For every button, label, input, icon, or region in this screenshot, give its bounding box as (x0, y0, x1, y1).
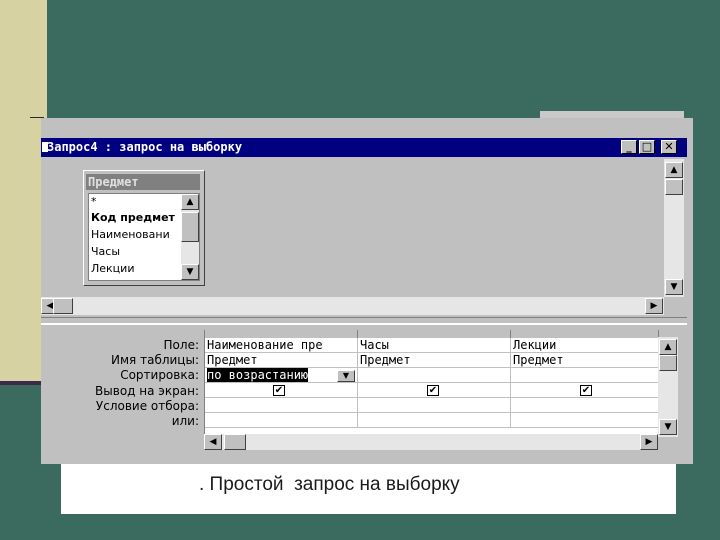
grid-cell-or-1[interactable] (205, 413, 358, 428)
window-titlebar[interactable]: Запрос4 : запрос на выборку _ □ ✕ (41, 138, 687, 157)
grid-scroll-down-icon[interactable]: ▼ (659, 419, 677, 435)
field-list-scroll-thumb[interactable] (181, 212, 199, 242)
grid-cell-field-1[interactable]: Наименование пре (205, 338, 358, 353)
grid-cell-criteria-1[interactable] (205, 398, 358, 413)
field-list-body: * Код предмет Наименовани Часы Лекции ▲ … (88, 193, 200, 281)
grid-hscroll-thumb[interactable] (224, 434, 246, 450)
table-pane-vscroll[interactable]: ▲ ▼ (664, 159, 684, 297)
minimize-button[interactable]: _ (621, 140, 637, 154)
grid-cell-table-2[interactable]: Предмет (358, 353, 511, 368)
caption-box: . Простой запрос на выборку (61, 464, 676, 514)
column-selector-1[interactable] (205, 330, 358, 338)
pane-splitter[interactable] (41, 317, 687, 325)
grid-scroll-left-icon[interactable]: ◀ (204, 434, 222, 450)
grid-cell-field-2[interactable]: Часы (358, 338, 511, 353)
grid-cell-criteria-2[interactable] (358, 398, 511, 413)
grid-scroll-up-icon[interactable]: ▲ (659, 339, 677, 355)
field-item-kod[interactable]: Код предмет (91, 210, 175, 226)
grid-hscroll[interactable]: ◀ ▶ (204, 434, 658, 450)
column-selector-2[interactable] (358, 330, 511, 338)
table-pane-vscroll-thumb[interactable] (665, 179, 683, 195)
window-title: Запрос4 : запрос на выборку (47, 140, 243, 154)
grid-cell-sort-1[interactable]: по возрастанию (205, 368, 358, 383)
sort-dropdown-icon[interactable]: ▼ (337, 370, 355, 382)
grid-cell-field-3[interactable]: Лекции (511, 338, 659, 353)
field-list-predmet[interactable]: Предмет * Код предмет Наименовани Часы Л… (83, 170, 205, 286)
grid-cell-criteria-3[interactable] (511, 398, 659, 413)
grid-cell-table-3[interactable]: Предмет (511, 353, 659, 368)
grid-row-labels: Поле: Имя таблицы: Сортировка: Вывод на … (41, 329, 203, 437)
field-list-scroll-down-icon[interactable]: ▼ (181, 264, 199, 280)
show-checkbox-1[interactable]: ✔ (273, 385, 285, 396)
table-pane-scroll-down-icon[interactable]: ▼ (665, 279, 683, 295)
close-button[interactable]: ✕ (661, 140, 677, 154)
row-label-field: Поле: (163, 338, 199, 352)
field-item-hours[interactable]: Часы (91, 244, 120, 260)
field-item-all[interactable]: * (91, 194, 97, 210)
column-selector-3[interactable] (511, 330, 659, 338)
maximize-button[interactable]: □ (639, 140, 655, 154)
row-label-table: Имя таблицы: (111, 353, 199, 367)
grid-cell-or-3[interactable] (511, 413, 659, 428)
query-design-window: Запрос4 : запрос на выборку _ □ ✕ Предме… (41, 118, 693, 464)
grid-cell-or-2[interactable] (358, 413, 511, 428)
row-label-criteria: Условие отбора: (95, 399, 199, 413)
field-list-scroll-up-icon[interactable]: ▲ (181, 194, 199, 210)
field-item-name[interactable]: Наименовани (91, 227, 170, 243)
slide-side-strip (0, 0, 47, 383)
table-pane-hscroll-thumb[interactable] (53, 298, 73, 314)
field-item-lectures[interactable]: Лекции (91, 261, 134, 277)
grid-cell-sort-3[interactable] (511, 368, 659, 383)
row-label-sort: Сортировка: (120, 368, 199, 382)
table-pane-hscroll[interactable]: ◀ ▶ (41, 297, 664, 315)
grid-cell-table-1[interactable]: Предмет (205, 353, 358, 368)
query-design-grid: Наименование пре Предмет по возрастанию … (204, 330, 659, 434)
row-label-or: или: (171, 414, 199, 428)
field-list-title[interactable]: Предмет (86, 174, 200, 190)
slide-accent-line (0, 381, 47, 385)
sort-value-1: по возрастанию (207, 368, 309, 382)
show-checkbox-2[interactable]: ✔ (427, 385, 439, 396)
show-checkbox-3[interactable]: ✔ (580, 385, 592, 396)
grid-vscroll[interactable]: ▲ ▼ (658, 337, 678, 437)
table-pane-scroll-right-icon[interactable]: ▶ (645, 298, 663, 314)
grid-cell-sort-2[interactable] (358, 368, 511, 383)
row-label-show: Вывод на экран: (95, 384, 199, 398)
field-list-scrollbar[interactable]: ▲ ▼ (181, 194, 199, 280)
table-pane-scroll-up-icon[interactable]: ▲ (665, 162, 683, 178)
slide-caption: . Простой запрос на выборку (199, 474, 460, 495)
grid-scroll-right-icon[interactable]: ▶ (640, 434, 658, 450)
grid-vscroll-thumb[interactable] (659, 355, 677, 371)
